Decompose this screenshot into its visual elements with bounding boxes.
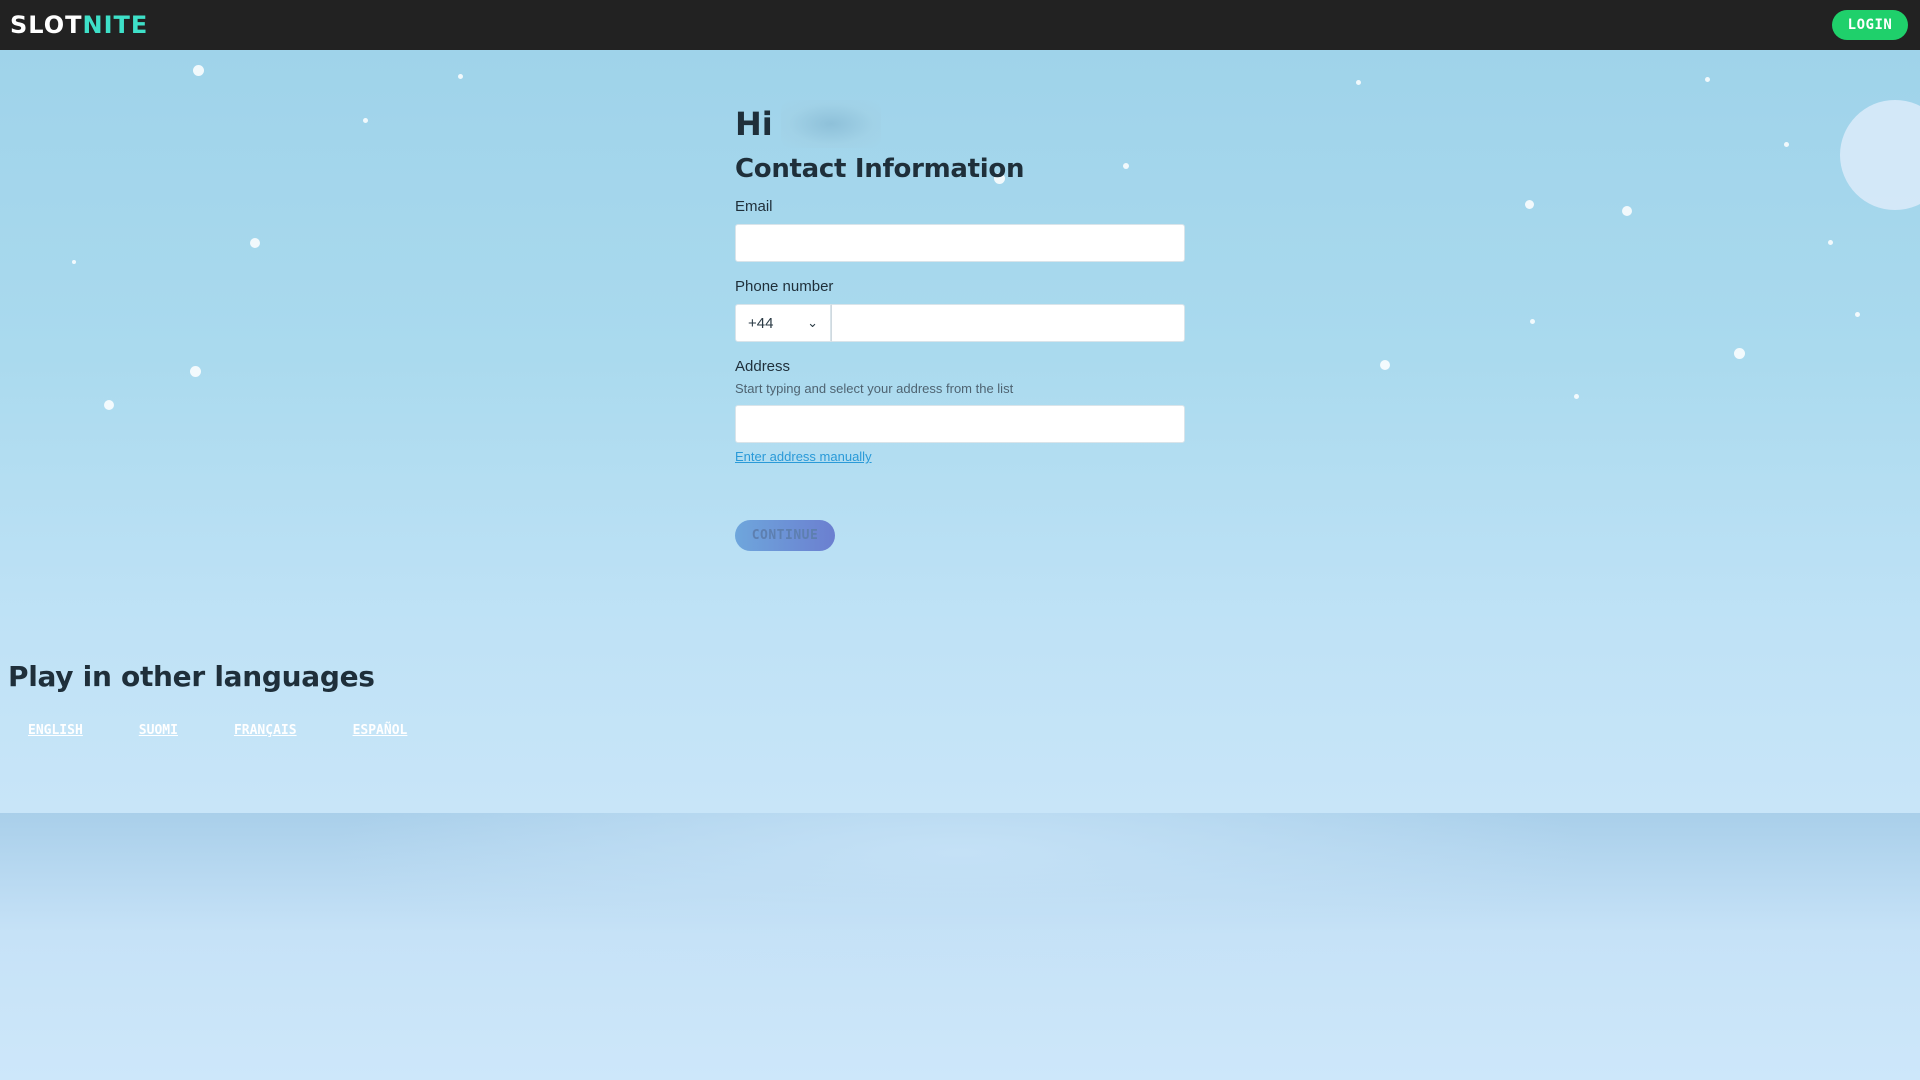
snowflake [72,260,76,264]
language-link-francais[interactable]: FRANÇAIS [234,723,297,738]
snowflake [1828,240,1833,245]
continue-button[interactable]: CONTINUE [735,520,835,551]
snowflake [1855,312,1860,317]
contact-information-title: Contact Information [735,154,1025,184]
snowflake [1380,360,1390,370]
snowflake [1356,80,1361,85]
snowflake [1622,206,1632,216]
login-button[interactable]: LOGIN [1832,10,1908,40]
snowflake [250,238,260,248]
snowflake [190,366,201,377]
slotnite-logo[interactable]: SLOT NITE [10,0,148,50]
language-link-english[interactable]: ENGLISH [28,723,83,738]
country-code-value: +44 [748,314,774,332]
language-link-suomi[interactable]: SUOMI [139,723,178,738]
language-links: ENGLISH SUOMI FRANÇAIS ESPAÑOL [28,723,463,738]
phone-number-group: +44 ⌄ [735,304,1185,342]
email-field[interactable] [735,224,1185,262]
logo-text-slot: SLOT [10,11,83,39]
snowflake [1525,200,1534,209]
snowflake [104,400,114,410]
blurred-username [780,100,881,148]
snowflake [1530,319,1535,324]
address-field[interactable] [735,405,1185,443]
snowflake [1734,348,1745,359]
phone-label: Phone number [735,278,834,295]
phone-number-field[interactable] [831,304,1185,342]
snowflake [193,65,204,76]
snowflake [363,118,368,123]
address-hint: Start typing and select your address fro… [735,381,1014,396]
greeting-heading: Hi [735,100,1185,148]
other-languages-title: Play in other languages [8,660,375,693]
enter-address-manually-link[interactable]: Enter address manually [735,449,872,464]
snowflake [458,74,463,79]
language-link-espanol[interactable]: ESPAÑOL [353,723,408,738]
logo-text-nite: NITE [82,11,149,39]
snowflake [1574,394,1579,399]
address-label: Address [735,358,791,375]
contact-form: Hi Contact Information Email Phone numbe… [735,100,1185,551]
chevron-down-icon: ⌄ [807,315,818,330]
greeting-text: Hi [735,105,773,143]
email-label: Email [735,198,773,215]
snowflake [1784,142,1789,147]
cloud-decoration [1840,100,1920,210]
snowflake [1705,77,1710,82]
top-navigation-bar: SLOT NITE LOGIN [0,0,1920,50]
snow-ground [0,813,1920,1080]
country-code-select[interactable]: +44 ⌄ [735,304,831,342]
